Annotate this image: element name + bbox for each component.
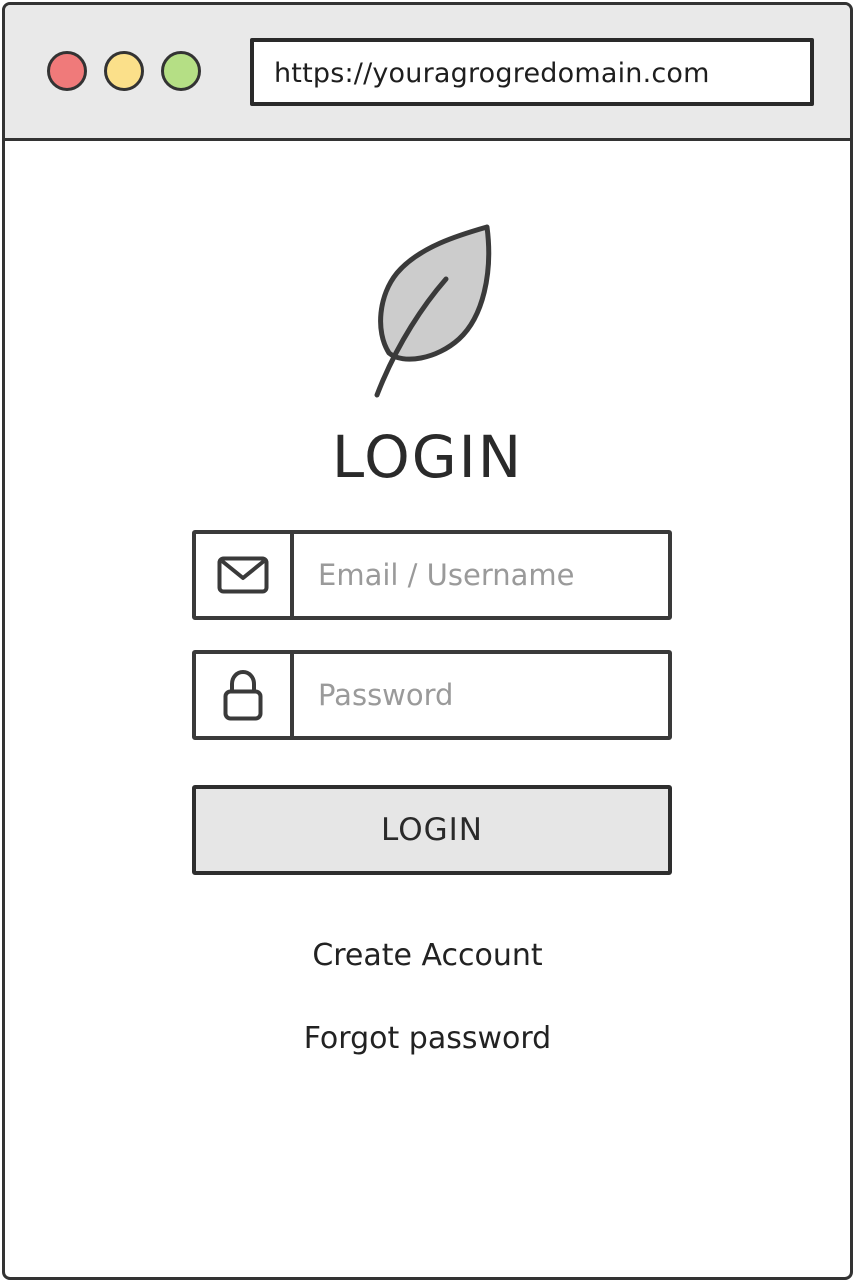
address-bar-url: https://youragrogredomain.com bbox=[274, 58, 710, 89]
maximize-window-button[interactable] bbox=[161, 51, 201, 91]
leaf-icon bbox=[367, 223, 497, 399]
email-input[interactable] bbox=[294, 534, 668, 616]
browser-titlebar: https://youragrogredomain.com bbox=[5, 5, 850, 141]
login-button[interactable]: LOGIN bbox=[192, 785, 672, 875]
email-field bbox=[192, 530, 672, 620]
lock-icon bbox=[223, 669, 263, 721]
email-icon-box bbox=[196, 534, 294, 616]
create-account-link[interactable]: Create Account bbox=[5, 938, 850, 973]
close-window-button[interactable] bbox=[47, 51, 87, 91]
envelope-icon bbox=[217, 556, 269, 594]
password-field bbox=[192, 650, 672, 740]
minimize-window-button[interactable] bbox=[104, 51, 144, 91]
login-title: LOGIN bbox=[331, 423, 524, 491]
browser-window: https://youragrogredomain.com LOGIN LOGI… bbox=[2, 2, 853, 1280]
address-bar[interactable]: https://youragrogredomain.com bbox=[250, 38, 814, 106]
password-input[interactable] bbox=[294, 654, 668, 736]
forgot-password-link[interactable]: Forgot password bbox=[5, 1021, 850, 1056]
password-icon-box bbox=[196, 654, 294, 736]
